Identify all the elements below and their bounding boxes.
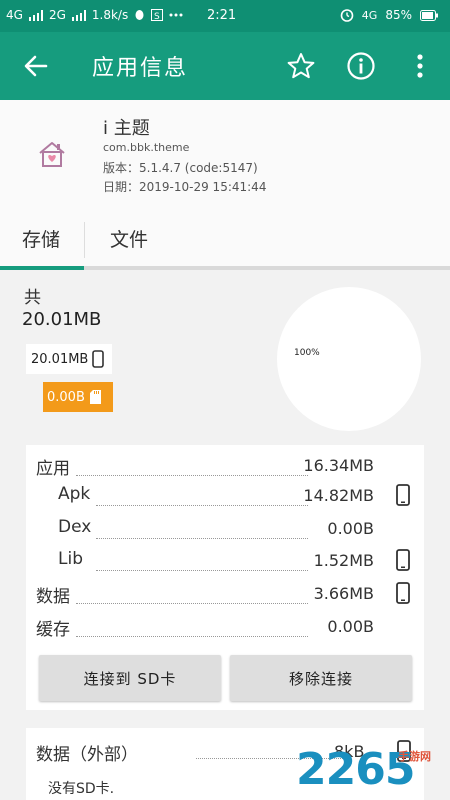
battery-percent: 85%	[385, 8, 412, 22]
detail-row: Dex 0.00B	[26, 513, 424, 547]
detail-label: 应用	[36, 459, 70, 479]
package-name: com.bbk.theme	[103, 141, 190, 154]
svg-text:S: S	[154, 12, 160, 21]
info-icon[interactable]	[345, 50, 377, 82]
detail-row: Apk 14.82MB	[26, 480, 424, 514]
qq-icon	[135, 10, 144, 20]
clock: 2:21	[207, 8, 237, 23]
tab-storage[interactable]: 存储	[22, 225, 60, 252]
detail-value: 1.52MB	[313, 551, 374, 570]
network-label: 4G	[361, 8, 378, 22]
no-sd-note: 没有SD卡.	[48, 781, 115, 797]
connect-sd-button[interactable]: 连接到 SD卡	[39, 655, 221, 701]
detail-label: Dex	[58, 517, 92, 537]
signal-bars-icon	[71, 9, 86, 21]
storage-pie-chart	[277, 287, 421, 431]
back-arrow-icon[interactable]	[22, 52, 50, 80]
tab-active-indicator	[0, 266, 84, 270]
version-info: 版本：5.1.4.7 (code:5147)	[103, 161, 258, 175]
signal-4g-label: 4G	[6, 8, 23, 22]
detail-value: 0.00B	[327, 617, 374, 636]
detail-value: 3.66MB	[313, 584, 374, 603]
detail-label: 缓存	[36, 620, 70, 640]
detail-label: Apk	[58, 484, 91, 504]
internal-storage-chip: 20.01MB	[26, 344, 112, 374]
phone-icon	[396, 484, 410, 506]
app-bar: 应用信息	[0, 32, 450, 100]
detail-row: 应用 16.34MB	[26, 450, 424, 484]
sd-storage-value: 0.00B	[47, 389, 85, 405]
status-right: 4G 85%	[340, 8, 438, 22]
battery-icon	[420, 9, 438, 21]
dotted-leader	[96, 570, 308, 571]
more-notifications-icon	[169, 13, 183, 17]
install-date: 日期：2019-10-29 15:41:44	[103, 180, 267, 194]
total-value: 20.01MB	[22, 309, 102, 330]
theme-house-icon	[39, 142, 65, 167]
internal-storage-value: 20.01MB	[31, 351, 89, 367]
phone-icon	[396, 549, 410, 571]
dotted-leader	[76, 475, 308, 476]
s-badge-icon: S	[151, 9, 164, 21]
sd-storage-chip: 0.00B	[43, 382, 113, 412]
dotted-leader	[76, 603, 308, 604]
detail-row: 数据 3.66MB	[26, 578, 424, 612]
status-left: 4G 2G 1.8k/s S	[6, 8, 183, 22]
signal-2g-label: 2G	[48, 8, 66, 22]
total-label: 共	[24, 288, 41, 308]
signal-bars-icon	[28, 9, 43, 21]
dotted-leader	[76, 636, 308, 637]
sd-card-icon	[89, 390, 101, 404]
detail-value: 14.82MB	[303, 486, 374, 505]
speed-label: 1.8k/s	[91, 8, 129, 22]
phone-icon	[92, 350, 105, 368]
pie-percent-label: 100%	[294, 348, 320, 358]
detail-value: 0.00B	[327, 519, 374, 538]
detail-label: 数据	[36, 587, 70, 607]
dotted-leader	[96, 538, 308, 539]
more-vert-icon[interactable]	[408, 52, 432, 80]
detail-label: Lib	[58, 549, 83, 569]
detail-value: 16.34MB	[303, 456, 374, 475]
detail-row: Lib 1.52MB	[26, 545, 424, 579]
tab-divider	[84, 222, 85, 258]
watermark-logo: 2265	[296, 744, 415, 795]
external-data-label: 数据（外部）	[36, 745, 138, 765]
phone-icon	[396, 582, 410, 604]
app-name: i 主题	[103, 118, 150, 139]
alarm-icon	[340, 9, 354, 22]
dotted-leader	[96, 505, 308, 506]
status-bar: 4G 2G 1.8k/s S 2:21 4G 85%	[0, 0, 450, 32]
star-icon[interactable]	[286, 51, 316, 81]
page-title: 应用信息	[92, 56, 189, 81]
detail-row: 缓存 0.00B	[26, 611, 424, 645]
watermark-sub: 手游网	[398, 750, 431, 763]
remove-link-button[interactable]: 移除连接	[230, 655, 412, 701]
tab-files[interactable]: 文件	[110, 225, 148, 252]
app-header: i 主题 com.bbk.theme 版本：5.1.4.7 (code:5147…	[0, 100, 450, 270]
